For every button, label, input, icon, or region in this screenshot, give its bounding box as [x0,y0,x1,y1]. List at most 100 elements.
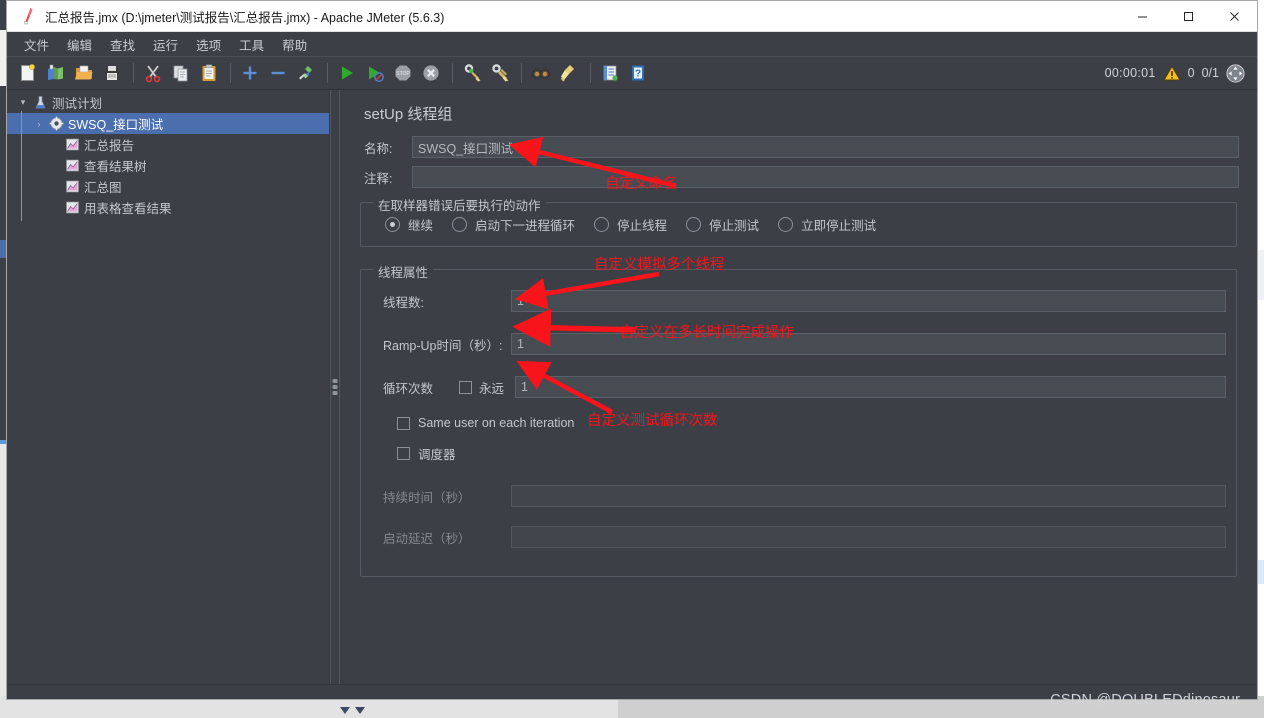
loop-forever-checkbox[interactable] [459,380,472,394]
menu-file[interactable]: 文件 [15,32,58,57]
loop-count-row: 循环次数 永远 [371,376,1226,398]
menu-run[interactable]: 运行 [144,32,187,57]
radio-continue-label: 继续 [408,219,434,233]
same-user-checkbox[interactable] [397,416,410,430]
start-no-pauses-button[interactable] [362,60,388,86]
tree-node-test-plan[interactable]: ▾ 测试计划 [7,92,329,113]
tree-node-summary-report[interactable]: 汇总报告 [7,134,329,155]
templates-button[interactable] [43,60,69,86]
scheduler-row[interactable]: 调度器 [371,444,1226,463]
toggle-button[interactable] [293,60,319,86]
startup-delay-input[interactable] [511,526,1226,548]
new-test-plan-button[interactable] [15,60,41,86]
remote-engines-icon[interactable] [1226,63,1245,83]
menu-options[interactable]: 选项 [187,32,230,57]
toolbar-separator [452,63,453,83]
tree-node-label: 查看结果树 [84,160,147,174]
startup-delay-row: 启动延迟（秒） [371,526,1226,548]
menu-help[interactable]: 帮助 [273,32,316,57]
sampler-error-action-group: 在取样器错误后要执行的动作 继续 启动下一进程循环 停止线程 停止测试 立即停止… [360,195,1237,247]
menu-tools[interactable]: 工具 [230,32,273,57]
active-thread-count: 0/1 [1201,66,1219,80]
clear-button[interactable] [459,60,485,86]
tree-node-label: 测试计划 [52,97,103,111]
split-pane-grip[interactable] [332,379,338,395]
ramp-up-row: Ramp-Up时间（秒）: [371,333,1226,355]
copy-button[interactable] [168,60,194,86]
ramp-up-input[interactable] [511,333,1226,355]
radio-continue[interactable] [385,217,400,232]
jmeter-feather-icon [13,1,43,31]
duration-row: 持续时间（秒） [371,485,1226,507]
duration-input[interactable] [511,485,1226,507]
annotation-rampup-time: 自定义在多长时间完成操作 [620,325,794,341]
tree-node-view-results-tree[interactable]: 查看结果树 [7,155,329,176]
toolbar-status-area: 00:00:01 0 0/1 [1104,63,1249,83]
function-helper-button[interactable] [597,60,623,86]
open-button[interactable] [71,60,97,86]
duration-label: 持续时间（秒） [383,490,471,505]
close-button[interactable] [1211,1,1257,31]
menu-search[interactable]: 查找 [101,32,144,57]
jmeter-main-window: 汇总报告.jmx (D:\jmeter\测试报告\汇总报告.jmx) - Apa… [6,0,1258,700]
tree-node-label: 汇总报告 [84,139,135,153]
window-title: 汇总报告.jmx (D:\jmeter\测试报告\汇总报告.jmx) - Apa… [45,10,445,25]
chevron-down-icon[interactable]: ▾ [15,95,31,111]
scheduler-label: 调度器 [418,448,456,462]
name-input[interactable] [412,136,1239,158]
expand-all-button[interactable] [237,60,263,86]
scheduler-checkbox[interactable] [397,447,410,460]
minimize-button[interactable] [1119,1,1165,31]
num-threads-input[interactable] [511,290,1226,312]
svg-text:?: ? [635,69,641,80]
reset-search-button[interactable] [556,60,582,86]
name-field-row: 名称: [358,136,1239,158]
radio-stop-thread-label: 停止线程 [617,219,668,233]
menu-edit[interactable]: 编辑 [58,32,101,57]
search-button[interactable] [528,60,554,86]
shutdown-button[interactable] [418,60,444,86]
tree-node-thread-group[interactable]: › SWSQ_接口测试 [7,113,329,134]
paste-button[interactable] [196,60,222,86]
maximize-button[interactable] [1165,1,1211,31]
main-toolbar: STOP ? 00:00:01 0 0/1 [7,56,1257,90]
comment-input[interactable] [412,166,1239,188]
radio-start-next-loop[interactable] [452,217,468,232]
csdn-watermark: CSDN @DOUBLEDdinosaur [1050,692,1240,708]
radio-stop-thread[interactable] [594,217,610,232]
loop-count-input[interactable] [515,376,1226,398]
split-pane-divider[interactable] [330,90,340,684]
comment-label: 注释: [364,171,393,186]
annotation-loop-count: 自定义测试循环次数 [587,413,718,429]
warning-count: 0 [1187,66,1195,80]
listener-chart-icon [63,158,81,174]
help-button[interactable]: ? [625,60,651,86]
cut-button[interactable] [140,60,166,86]
collapse-all-button[interactable] [265,60,291,86]
tree-node-aggregate-graph[interactable]: 汇总图 [7,176,329,197]
start-button[interactable] [334,60,360,86]
clear-all-button[interactable] [487,60,513,86]
radio-stop-test-now[interactable] [778,217,794,232]
comment-field-row: 注释: [358,166,1239,188]
tree-node-label: 汇总图 [84,181,122,195]
loop-forever-control[interactable]: 永远 [459,378,511,397]
save-button[interactable] [99,60,125,86]
radio-stop-test[interactable] [686,217,702,232]
elapsed-timer: 00:00:01 [1104,66,1156,80]
tree-node-label: 用表格查看结果 [84,202,172,216]
listener-chart-icon [63,137,81,153]
chevron-right-icon[interactable]: › [31,116,47,132]
toolbar-separator [230,63,231,83]
screenshot-root: 汇总报告.jmx (D:\jmeter\测试报告\汇总报告.jmx) - Apa… [0,0,1264,718]
warning-triangle-icon[interactable] [1162,65,1181,82]
name-label: 名称: [364,141,393,156]
same-user-row[interactable]: Same user on each iteration [371,416,1226,430]
thread-group-editor: setUp 线程组 名称: 注释: 在取样器错误后要执行的动作 继续 [340,90,1257,684]
tree-node-view-results-table[interactable]: 用表格查看结果 [7,197,329,218]
startup-delay-label: 启动延迟（秒） [383,531,471,546]
stop-button[interactable]: STOP [390,60,416,86]
